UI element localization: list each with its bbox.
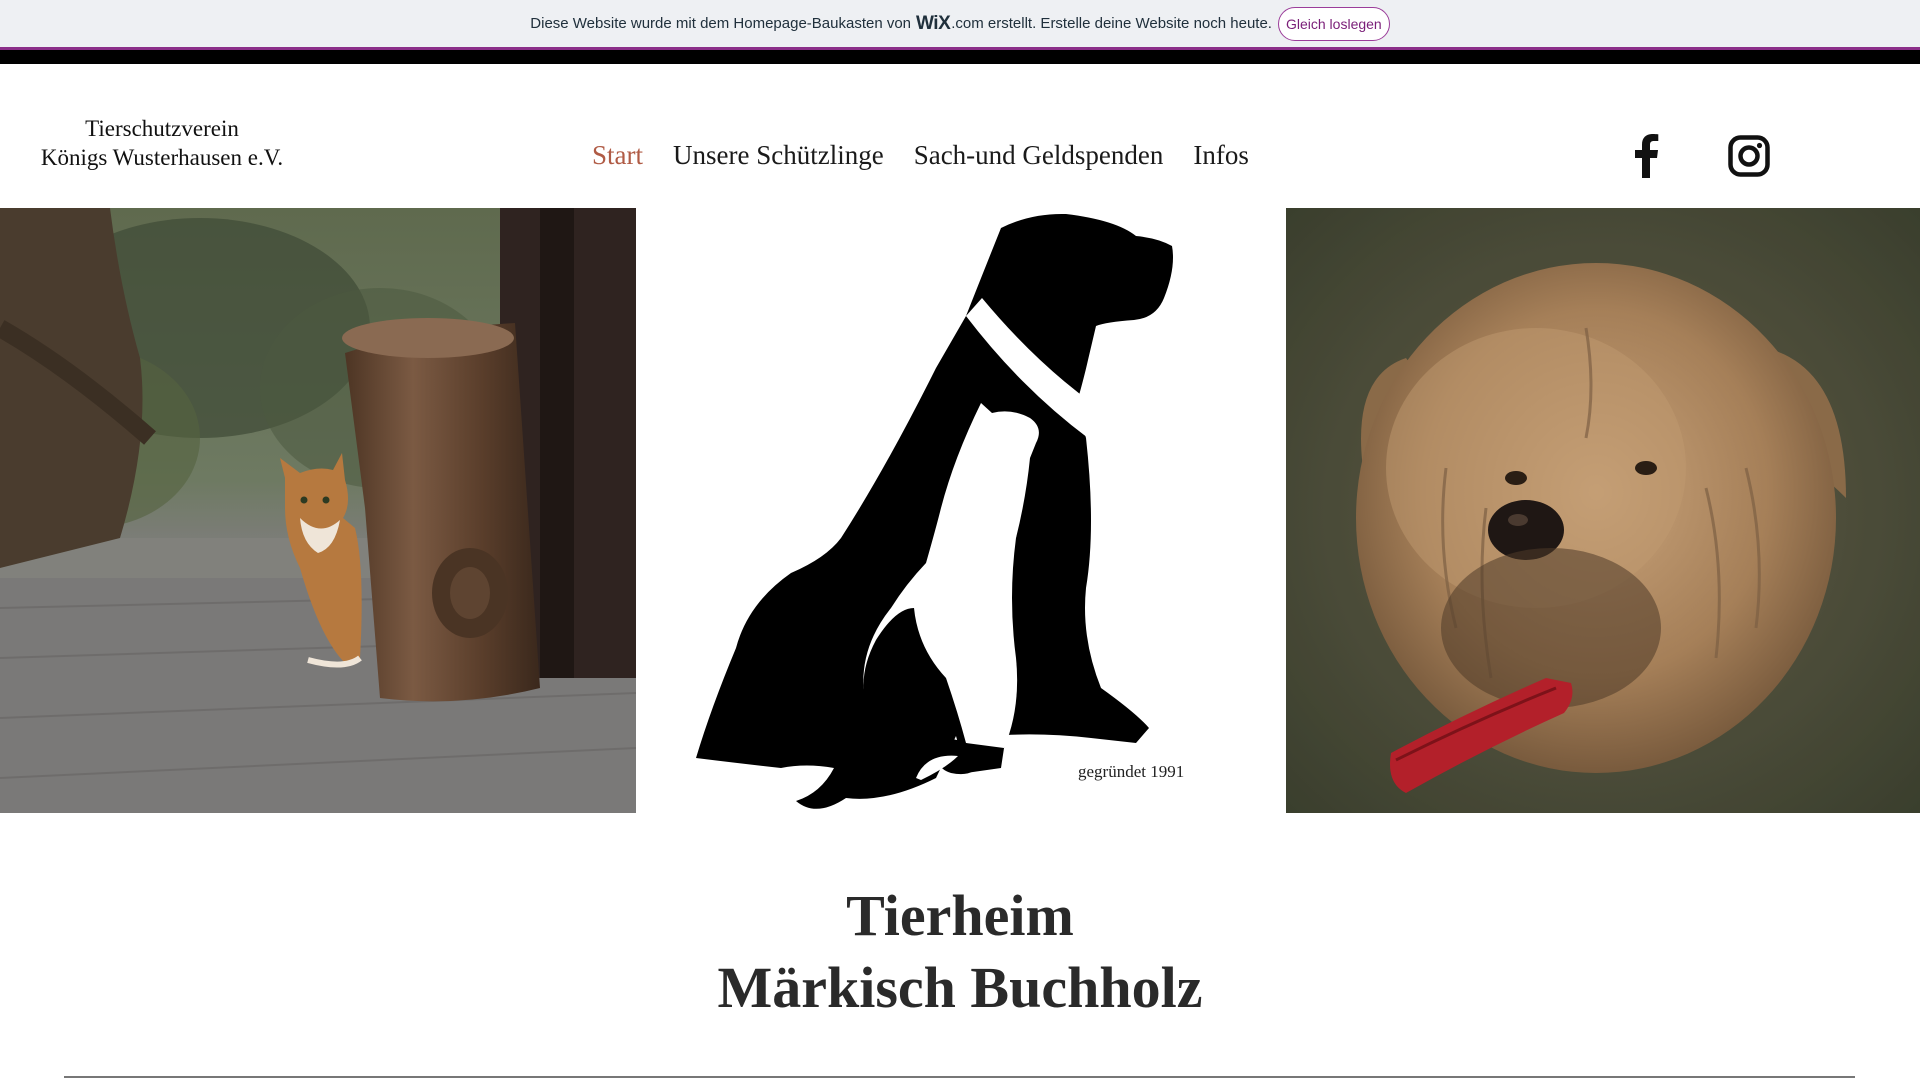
- site-title[interactable]: Tierschutzverein Königs Wusterhausen e.V…: [14, 114, 310, 172]
- hero-gallery: gegründet 1991: [0, 208, 1920, 813]
- wix-logo[interactable]: WiX: [916, 13, 951, 35]
- instagram-icon[interactable]: [1721, 128, 1777, 184]
- wix-promo-banner: Diese Website wurde mit dem Homepage-Bau…: [0, 0, 1920, 47]
- get-started-button[interactable]: Gleich loslegen: [1277, 6, 1390, 41]
- founded-caption: gegründet 1991: [1078, 762, 1185, 781]
- site-title-line1: Tierschutzverein: [85, 116, 239, 141]
- section-divider: [64, 1076, 1855, 1078]
- shelter-title: Tierheim Märkisch Buchholz: [560, 880, 1360, 1024]
- site-title-line2: Königs Wusterhausen e.V.: [40, 145, 284, 170]
- shelter-title-line1: Tierheim: [846, 883, 1074, 948]
- main-navigation: Start Unsere Schützlinge Sach-und Geldsp…: [592, 140, 1279, 171]
- site-header: Tierschutzverein Königs Wusterhausen e.V…: [0, 64, 1920, 208]
- nav-item-start[interactable]: Start: [592, 140, 643, 171]
- wix-banner-text-after: .com erstellt. Erstelle deine Website no…: [951, 15, 1272, 32]
- nav-item-schuetzlinge[interactable]: Unsere Schützlinge: [673, 140, 884, 171]
- nav-item-infos[interactable]: Infos: [1193, 140, 1249, 171]
- facebook-icon[interactable]: [1618, 128, 1674, 184]
- dog-photo: [1286, 208, 1920, 813]
- shelter-title-line2: Märkisch Buchholz: [717, 955, 1203, 1020]
- shelter-logo: gegründet 1991: [636, 208, 1286, 813]
- header-top-strip: [0, 50, 1920, 64]
- cat-photo: [0, 208, 636, 813]
- nav-item-spenden[interactable]: Sach-und Geldspenden: [914, 140, 1164, 171]
- wix-banner-text-before: Diese Website wurde mit dem Homepage-Bau…: [530, 15, 912, 32]
